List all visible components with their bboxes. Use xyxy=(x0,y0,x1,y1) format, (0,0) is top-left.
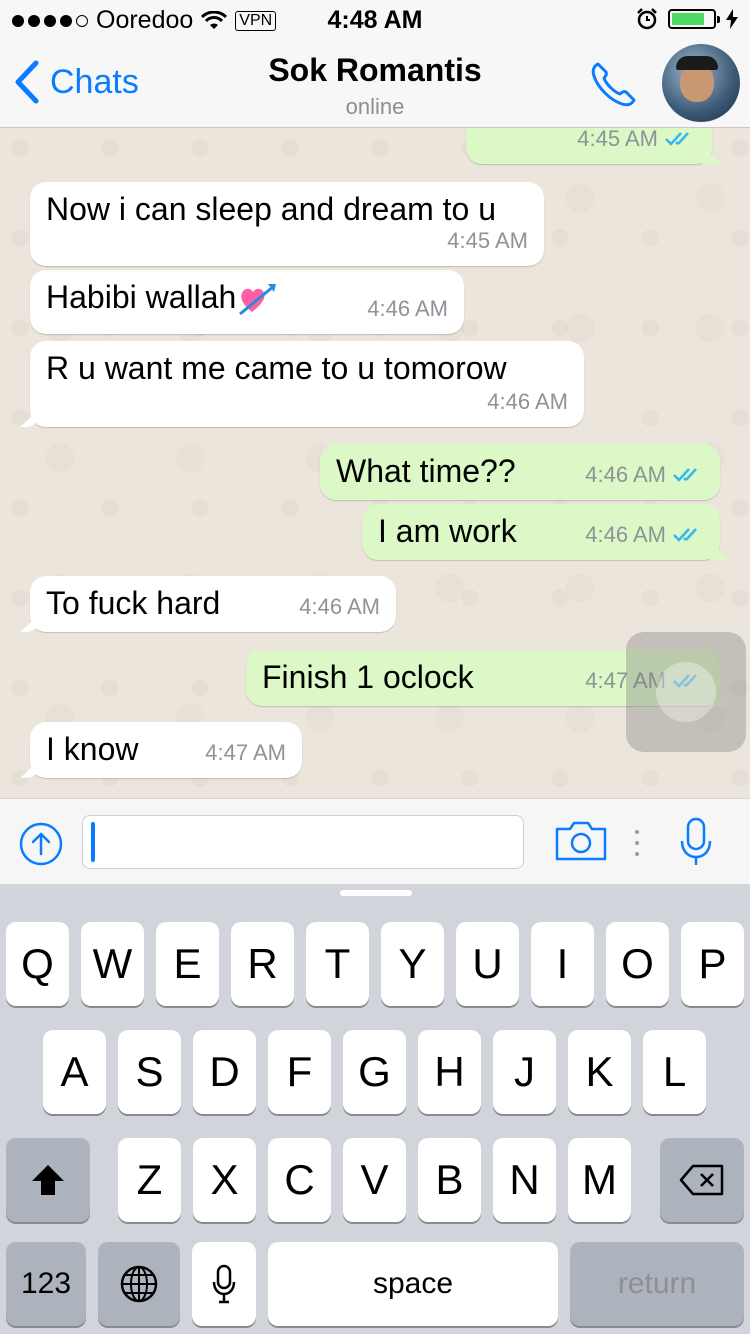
message-bubble-incoming[interactable]: I know 4:47 AM xyxy=(30,722,302,778)
key-h[interactable]: H xyxy=(418,1030,481,1114)
keyboard-handle xyxy=(340,890,412,896)
return-key[interactable]: return xyxy=(570,1242,744,1326)
heart-with-arrow-emoji xyxy=(239,283,277,315)
message-meta: 4:46 AM xyxy=(585,456,704,494)
shift-icon xyxy=(32,1165,64,1195)
key-d[interactable]: D xyxy=(193,1030,256,1114)
key-c[interactable]: C xyxy=(268,1138,331,1222)
message-time: 4:46 AM xyxy=(487,389,568,414)
key-p[interactable]: P xyxy=(681,922,744,1006)
backspace-key[interactable] xyxy=(660,1138,744,1222)
message-bubble-incoming[interactable]: R u want me came to u tomorow 4:46 AM xyxy=(30,341,584,427)
text-caret xyxy=(91,822,95,862)
alarm-clock-icon xyxy=(637,8,657,30)
dictation-mic-icon xyxy=(212,1264,236,1304)
key-o[interactable]: O xyxy=(606,922,669,1006)
message-text: Habibi wallah xyxy=(46,279,237,315)
backspace-icon xyxy=(679,1164,724,1196)
key-j[interactable]: J xyxy=(493,1030,556,1114)
separator-dots xyxy=(635,830,639,856)
key-e[interactable]: E xyxy=(156,922,219,1006)
message-bubble-incoming[interactable]: To fuck hard 4:46 AM xyxy=(30,576,396,632)
status-right xyxy=(636,8,738,30)
key-y[interactable]: Y xyxy=(381,922,444,1006)
chat-header: Chats Sok Romantis online xyxy=(0,40,750,128)
key-n[interactable]: N xyxy=(493,1138,556,1222)
key-v[interactable]: V xyxy=(343,1138,406,1222)
contact-avatar[interactable] xyxy=(662,44,740,122)
camera-icon[interactable] xyxy=(554,821,608,861)
touch-indicator xyxy=(626,632,746,752)
upload-arrow-icon[interactable] xyxy=(18,821,64,867)
message-bubble-outgoing[interactable]: I am work 4:46 AM xyxy=(362,504,720,560)
key-a[interactable]: A xyxy=(43,1030,106,1114)
message-time: 4:46 AM xyxy=(585,522,666,547)
microphone-icon[interactable] xyxy=(676,817,716,867)
message-time: 4:46 AM xyxy=(367,296,448,321)
message-time: 4:45 AM xyxy=(577,128,658,151)
message-bubble-outgoing[interactable]: 4:45 AM xyxy=(466,128,712,164)
key-q[interactable]: Q xyxy=(6,922,69,1006)
key-k[interactable]: K xyxy=(568,1030,631,1114)
key-s[interactable]: S xyxy=(118,1030,181,1114)
key-w[interactable]: W xyxy=(81,922,144,1006)
read-receipt-icon xyxy=(673,468,697,482)
message-time: 4:47 AM xyxy=(205,740,286,765)
keyboard: Q W E R T Y U I O P A S D F G H J K L Z … xyxy=(0,884,750,1334)
numbers-key[interactable]: 123 xyxy=(6,1242,86,1326)
message-bubble-outgoing[interactable]: What time?? 4:46 AM xyxy=(320,444,720,500)
phone-icon[interactable] xyxy=(588,58,640,110)
space-key[interactable]: space xyxy=(268,1242,558,1326)
key-t[interactable]: T xyxy=(306,922,369,1006)
message-meta: 4:45 AM xyxy=(577,128,696,158)
status-bar: Ooredoo VPN 4:48 AM xyxy=(0,0,750,40)
read-receipt-icon xyxy=(673,528,697,542)
key-g[interactable]: G xyxy=(343,1030,406,1114)
message-bubble-incoming[interactable]: Now i can sleep and dream to u 4:45 AM xyxy=(30,182,544,266)
message-time: 4:46 AM xyxy=(299,594,380,619)
read-receipt-icon xyxy=(665,132,689,146)
shift-key[interactable] xyxy=(6,1138,90,1222)
key-x[interactable]: X xyxy=(193,1138,256,1222)
key-m[interactable]: M xyxy=(568,1138,631,1222)
key-u[interactable]: U xyxy=(456,922,519,1006)
charging-bolt-icon xyxy=(726,9,738,29)
message-list[interactable]: 4:45 AM Now i can sleep and dream to u 4… xyxy=(0,128,750,798)
globe-icon xyxy=(120,1265,158,1303)
message-bubble-incoming[interactable]: Habibi wallah 4:46 AM xyxy=(30,270,464,334)
key-l[interactable]: L xyxy=(643,1030,706,1114)
globe-key[interactable] xyxy=(98,1242,180,1326)
key-z[interactable]: Z xyxy=(118,1138,181,1222)
key-f[interactable]: F xyxy=(268,1030,331,1114)
message-text: R u want me came to u tomorow xyxy=(46,350,507,386)
key-i[interactable]: I xyxy=(531,922,594,1006)
battery-icon xyxy=(668,9,720,29)
key-r[interactable]: R xyxy=(231,922,294,1006)
composer-bar xyxy=(0,798,750,884)
dictation-key[interactable] xyxy=(192,1242,256,1326)
message-meta: 4:46 AM xyxy=(585,516,704,554)
message-input[interactable] xyxy=(82,815,524,869)
message-time: 4:46 AM xyxy=(585,462,666,487)
key-b[interactable]: B xyxy=(418,1138,481,1222)
message-time: 4:45 AM xyxy=(447,228,528,253)
